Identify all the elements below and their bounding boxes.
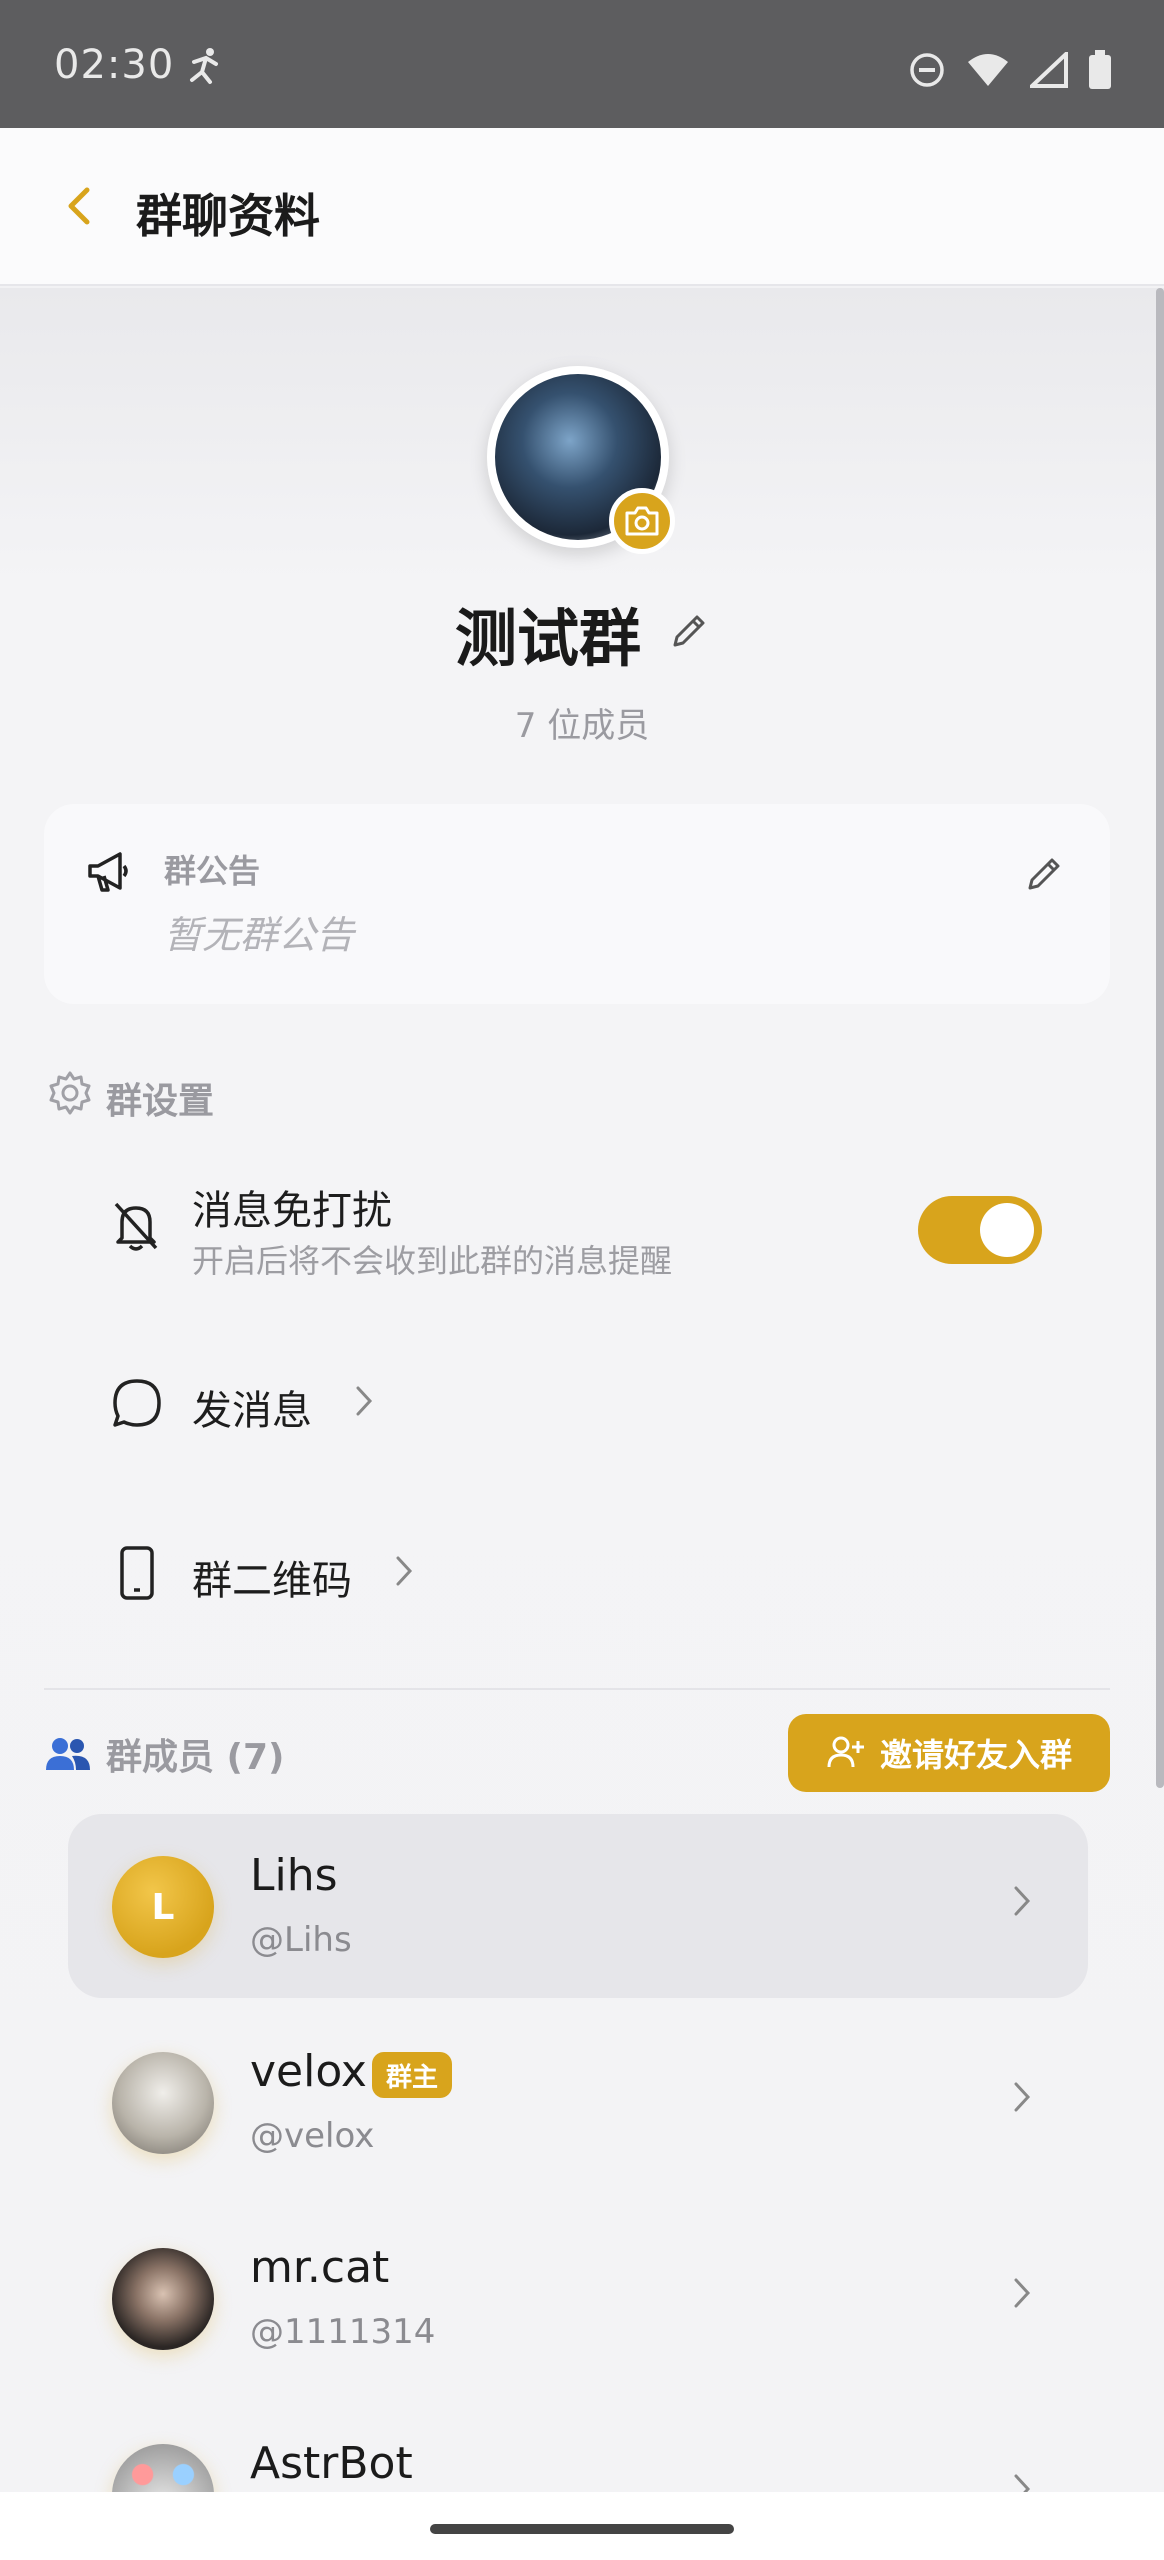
app-bar: 群聊资料 bbox=[0, 128, 1164, 286]
group-name-row: 测试群 bbox=[0, 588, 1164, 678]
avatar: L bbox=[112, 1856, 214, 1958]
phone-icon bbox=[110, 1544, 164, 1606]
send-message-title: 发消息 bbox=[192, 1388, 312, 1434]
member-row[interactable]: AstrBot bbox=[68, 2402, 1088, 2492]
member-row[interactable]: mr.cat @1111314 bbox=[68, 2206, 1088, 2390]
dnd-icon bbox=[908, 51, 946, 93]
status-icons bbox=[908, 49, 1112, 94]
notice-text: 暂无群公告 bbox=[164, 913, 355, 957]
avatar bbox=[112, 2444, 214, 2492]
navigation-bar bbox=[0, 2492, 1164, 2560]
mute-title: 消息免打扰 bbox=[192, 1188, 392, 1234]
notice-label: 群公告 bbox=[164, 852, 261, 890]
member-handle: @velox bbox=[250, 2116, 375, 2156]
qr-code-row[interactable]: 群二维码 bbox=[110, 1538, 1070, 1648]
home-indicator[interactable] bbox=[430, 2524, 734, 2534]
member-name: velox bbox=[250, 2046, 367, 2097]
edit-notice-button[interactable] bbox=[1024, 854, 1064, 898]
signal-icon bbox=[1026, 49, 1068, 92]
member-row[interactable]: L Lihs @Lihs bbox=[68, 1814, 1088, 1998]
chevron-right-icon bbox=[1012, 1884, 1032, 1922]
group-notice-card[interactable]: 群公告 暂无群公告 bbox=[44, 804, 1110, 1004]
members-label: 群成员 (7) bbox=[106, 1737, 285, 1778]
chat-bubble-icon bbox=[110, 1376, 164, 1434]
members-header: 群成员 (7) bbox=[44, 1728, 285, 1780]
group-name: 测试群 bbox=[454, 602, 641, 675]
member-count: 7 位成员 bbox=[514, 706, 650, 746]
avatar bbox=[112, 2248, 214, 2350]
page-title: 群聊资料 bbox=[136, 189, 320, 243]
battery-icon bbox=[1088, 50, 1112, 94]
chevron-right-icon bbox=[1012, 2276, 1032, 2314]
qr-code-title: 群二维码 bbox=[192, 1558, 352, 1604]
back-button[interactable] bbox=[50, 176, 110, 236]
owner-badge: 群主 bbox=[372, 2052, 453, 2098]
status-time: 02:30 bbox=[54, 42, 175, 88]
people-icon bbox=[46, 1738, 90, 1770]
pencil-icon bbox=[1028, 858, 1060, 890]
chevron-right-icon bbox=[1012, 2080, 1032, 2118]
accessibility-icon bbox=[186, 46, 226, 90]
pencil-icon bbox=[673, 615, 705, 647]
member-name: AstrBot bbox=[250, 2438, 413, 2489]
group-profile-content[interactable]: 测试群 7 位成员 群公告 暂无群公告 群设置 消息免打扰 开启后将不会收到此群… bbox=[0, 288, 1164, 2492]
wifi-icon bbox=[966, 52, 1010, 92]
chevron-right-icon bbox=[1012, 2472, 1032, 2492]
add-user-icon bbox=[827, 1736, 864, 1768]
edit-name-button[interactable] bbox=[669, 611, 709, 655]
settings-header: 群设置 bbox=[46, 1062, 214, 1124]
section-divider bbox=[44, 1688, 1110, 1690]
megaphone-icon bbox=[84, 848, 132, 900]
mute-toggle[interactable] bbox=[918, 1196, 1042, 1264]
member-name: mr.cat bbox=[250, 2242, 390, 2293]
chevron-right-icon bbox=[354, 1384, 374, 1422]
mute-row[interactable]: 消息免打扰 开启后将不会收到此群的消息提醒 bbox=[110, 1168, 1070, 1292]
member-row[interactable]: velox 群主 @velox bbox=[68, 2010, 1088, 2194]
member-handle: @Lihs bbox=[250, 1920, 352, 1960]
scrollbar[interactable] bbox=[1156, 288, 1164, 1788]
chevron-right-icon bbox=[394, 1554, 414, 1592]
change-avatar-button[interactable] bbox=[609, 488, 675, 554]
group-avatar-container bbox=[487, 366, 675, 554]
bell-off-icon bbox=[110, 1198, 162, 1258]
chevron-left-icon bbox=[68, 187, 90, 225]
gear-icon bbox=[49, 1071, 91, 1115]
toggle-knob bbox=[980, 1203, 1034, 1257]
invite-label: 邀请好友入群 bbox=[879, 1736, 1072, 1774]
mute-subtitle: 开启后将不会收到此群的消息提醒 bbox=[192, 1242, 673, 1280]
member-handle: @1111314 bbox=[250, 2312, 436, 2352]
status-bar: 02:30 bbox=[0, 0, 1164, 128]
camera-icon bbox=[625, 506, 659, 536]
member-name: Lihs bbox=[250, 1850, 338, 1901]
settings-label: 群设置 bbox=[106, 1081, 215, 1122]
invite-friends-button[interactable]: 邀请好友入群 bbox=[788, 1714, 1110, 1792]
send-message-row[interactable]: 发消息 bbox=[110, 1368, 1070, 1478]
avatar bbox=[112, 2052, 214, 2154]
